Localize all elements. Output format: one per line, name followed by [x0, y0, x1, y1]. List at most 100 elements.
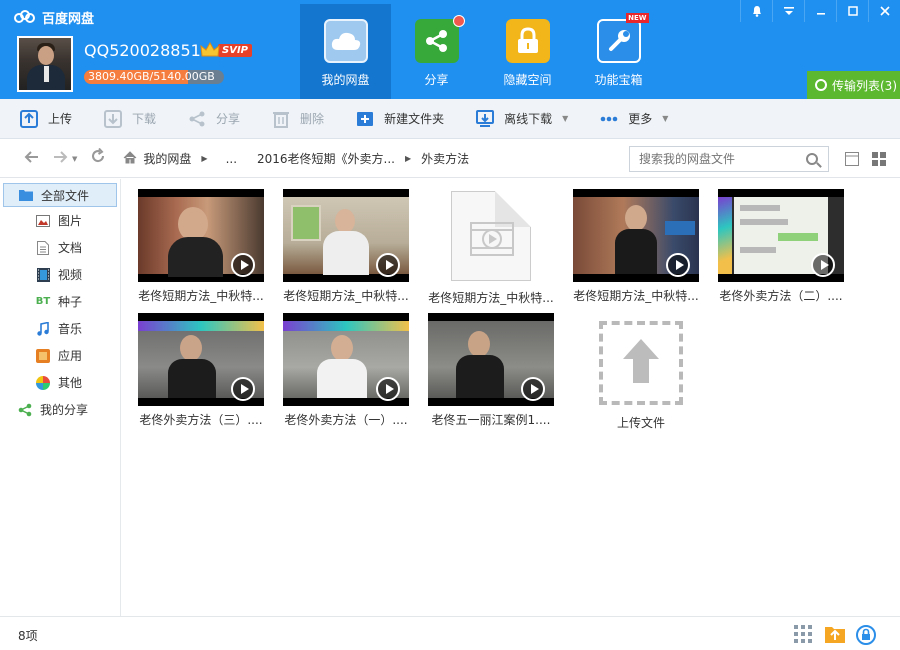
file-name: 老佟短期方法_中秋特...: [283, 289, 409, 303]
share-icon: [188, 110, 206, 128]
file-item[interactable]: 老佟短期方法_中秋特...: [276, 179, 416, 304]
sidebar-item-label: 全部文件: [41, 188, 90, 203]
file-item[interactable]: 老佟外卖方法（二）....: [711, 179, 851, 304]
file-name: 老佟短期方法_中秋特...: [573, 289, 699, 303]
breadcrumb-parent[interactable]: 2016老佟短期《外卖方...: [251, 150, 401, 167]
tab-share[interactable]: 分享: [391, 4, 482, 99]
history-dropdown-icon[interactable]: ▼: [72, 155, 77, 163]
breadcrumb-ellipsis[interactable]: ...: [212, 152, 251, 166]
other-icon: [36, 375, 50, 390]
download-label: 下载: [132, 112, 157, 126]
username[interactable]: QQ520028851: [84, 41, 201, 60]
file-name: 老佟短期方法_中秋特...: [138, 289, 264, 303]
file-item[interactable]: 老佟外卖方法（一）....: [276, 303, 416, 428]
list-view-icon[interactable]: [845, 152, 859, 166]
tab-hidden-space[interactable]: 隐藏空间: [482, 4, 573, 99]
breadcrumb-current[interactable]: 外卖方法: [415, 150, 475, 167]
close-icon[interactable]: [868, 0, 900, 22]
sidebar-item-all-files[interactable]: 全部文件: [3, 183, 117, 207]
new-folder-button[interactable]: 新建文件夹: [336, 99, 456, 139]
share-icon: [414, 15, 465, 63]
video-thumbnail: [283, 189, 409, 282]
file-item[interactable]: 老佟外卖方法（三）....: [131, 303, 271, 428]
breadcrumb-root[interactable]: 我的网盘: [137, 150, 197, 167]
item-count: 8项: [18, 629, 38, 643]
play-icon: [376, 253, 400, 277]
share-button[interactable]: 分享: [168, 99, 252, 139]
sidebar-item-music[interactable]: 音乐: [0, 315, 120, 342]
file-name: 老佟五一丽江案例1....: [431, 413, 551, 427]
forward-icon[interactable]: [50, 148, 72, 169]
tab-my-disk[interactable]: 我的网盘: [300, 4, 391, 99]
crown-icon: [200, 41, 220, 59]
play-icon: [521, 377, 545, 401]
play-icon: [811, 253, 835, 277]
minimize-icon[interactable]: [804, 0, 836, 22]
upload-label: 上传: [48, 112, 73, 126]
grid-apps-icon[interactable]: [794, 625, 812, 643]
menu-icon[interactable]: [772, 0, 804, 22]
play-icon: [231, 377, 255, 401]
sidebar-item-images[interactable]: 图片: [0, 207, 120, 234]
transfer-list-button[interactable]: 传输列表(3): [807, 71, 900, 99]
offline-download-button[interactable]: 离线下载 ▼: [456, 99, 580, 139]
refresh-icon[interactable]: [87, 147, 109, 169]
download-button[interactable]: 下载: [84, 99, 168, 139]
chevron-down-icon[interactable]: ▼: [562, 114, 568, 123]
search-icon[interactable]: [806, 153, 818, 165]
breadcrumb: 我的网盘 ▶ ... 2016老佟短期《外卖方... ▶ 外卖方法: [123, 150, 475, 167]
search-input[interactable]: [639, 152, 799, 166]
video-thumbnail: [428, 313, 554, 406]
sidebar-item-label: 图片: [58, 214, 83, 228]
upload-button[interactable]: 上传: [0, 99, 84, 139]
avatar[interactable]: [17, 36, 73, 92]
vip-label: SVIP: [218, 43, 252, 57]
upload-folder-icon[interactable]: [825, 625, 845, 643]
app-header: 百度网盘 QQ520028851 SVIP 3809.40GB/5140.00G…: [0, 0, 900, 99]
file-item[interactable]: 老佟短期方法_中秋特...: [131, 179, 271, 304]
sidebar-item-apps[interactable]: 应用: [0, 342, 120, 369]
chevron-down-icon[interactable]: ▼: [662, 114, 668, 123]
folder-icon: [19, 188, 33, 202]
upload-icon: [599, 321, 683, 405]
file-grid: 老佟短期方法_中秋特... 老佟短期方法_中秋特... 老佟短期方法_中秋特..…: [122, 179, 900, 616]
image-icon: [36, 214, 50, 228]
sidebar-item-my-shares[interactable]: 我的分享: [0, 396, 120, 423]
file-item[interactable]: 老佟短期方法_中秋特...: [421, 179, 561, 306]
lock-status-icon[interactable]: [856, 625, 876, 645]
toolbar: 上传 下载 分享 删除 新建文件夹 离线下载 ▼ 更多 ▼: [0, 99, 900, 139]
bell-icon[interactable]: [740, 0, 772, 22]
upload-file-label: 上传文件: [616, 416, 665, 430]
sidebar-item-videos[interactable]: 视频: [0, 261, 120, 288]
search-box[interactable]: [629, 146, 829, 172]
maximize-icon[interactable]: [836, 0, 868, 22]
sidebar-item-documents[interactable]: 文档: [0, 234, 120, 261]
new-tag: NEW: [626, 13, 649, 23]
storage-quota-text: 3809.40GB/5140.00GB: [88, 70, 215, 83]
video-thumbnail: [138, 313, 264, 406]
sidebar-item-torrents[interactable]: BT 种子: [0, 288, 120, 315]
upload-file-tile[interactable]: 上传文件: [571, 303, 711, 431]
vip-badge[interactable]: SVIP: [200, 41, 252, 59]
sidebar-item-label: 我的分享: [40, 403, 89, 417]
main-nav-tabs: 我的网盘 分享 隐藏空间 NEW 功能宝箱: [300, 4, 664, 99]
file-name: 老佟外卖方法（三）....: [139, 413, 263, 427]
grid-view-icon[interactable]: [872, 152, 886, 166]
file-item[interactable]: 老佟短期方法_中秋特...: [566, 179, 706, 304]
more-button[interactable]: 更多 ▼: [580, 99, 680, 139]
sidebar-item-label: 视频: [58, 268, 83, 282]
breadcrumb-separator-icon[interactable]: ▶: [401, 154, 415, 163]
sidebar-item-label: 音乐: [58, 322, 83, 336]
play-icon: [376, 377, 400, 401]
upload-icon: [20, 109, 38, 128]
more-label: 更多: [628, 112, 653, 126]
notification-dot: [452, 15, 465, 27]
back-icon[interactable]: [20, 148, 42, 169]
tab-label: 功能宝箱: [594, 73, 643, 87]
app-title-text: 百度网盘: [42, 12, 95, 27]
breadcrumb-separator-icon[interactable]: ▶: [197, 154, 211, 163]
delete-button[interactable]: 删除: [252, 99, 336, 139]
file-item[interactable]: 老佟五一丽江案例1....: [421, 303, 561, 428]
tab-toolbox[interactable]: NEW 功能宝箱: [573, 4, 664, 99]
sidebar-item-other[interactable]: 其他: [0, 369, 120, 396]
